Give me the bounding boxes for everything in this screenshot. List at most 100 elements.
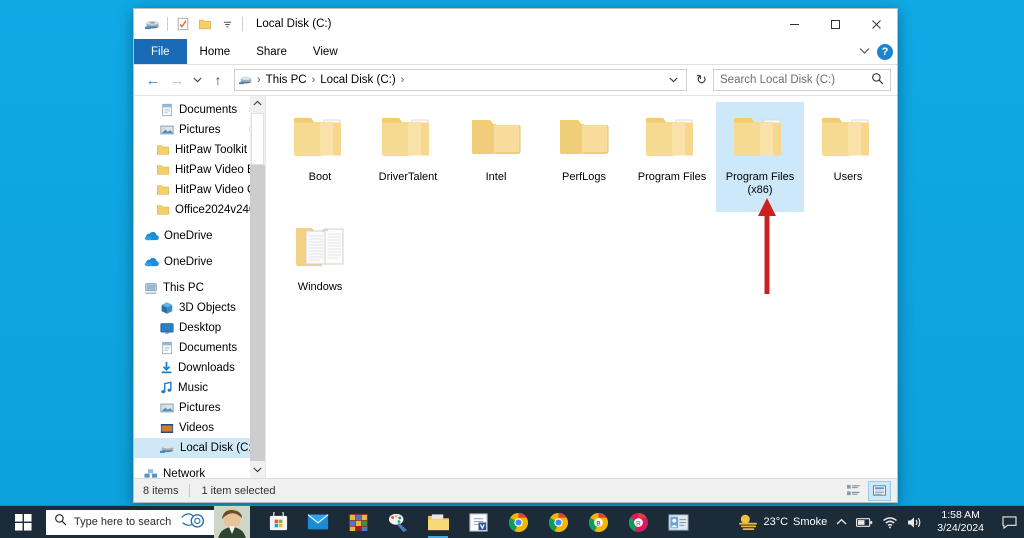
sidebar-item-music[interactable]: Music (134, 378, 265, 398)
sidebar-item-3d-objects[interactable]: 3D Objects (134, 298, 265, 318)
window-titlebar[interactable]: Local Disk (C:) (134, 9, 897, 39)
back-button[interactable]: ← (142, 69, 164, 91)
search-input[interactable]: Search Local Disk (C:) (713, 69, 891, 91)
tab-home[interactable]: Home (187, 39, 244, 64)
file-tile[interactable]: Boot (276, 102, 364, 212)
sidebar-item-onedrive[interactable]: OneDrive (134, 226, 265, 246)
sidebar-item-label: Downloads (178, 362, 235, 374)
system-tray: 23°C Smoke 1:58 AM 3/24/2024 (738, 509, 1024, 535)
taskbar-search-input[interactable]: Type here to search (46, 509, 214, 535)
status-bar: 8 items 1 item selected (134, 478, 897, 502)
navigation-scrollbar[interactable] (250, 96, 265, 478)
sidebar-item-label: Pictures (179, 124, 221, 136)
file-tile[interactable]: PerfLogs (540, 102, 628, 212)
sidebar-item-local-disk-c[interactable]: Local Disk (C:) (134, 438, 265, 458)
volume-icon[interactable] (907, 516, 923, 529)
documents-icon (160, 341, 174, 355)
recent-locations-chevron-icon[interactable] (190, 69, 205, 91)
microsoft-store-icon[interactable] (260, 506, 296, 538)
annotation-arrow-up-icon (758, 198, 776, 294)
file-tile[interactable]: Users (804, 102, 892, 212)
sidebar-item-desktop[interactable]: Desktop (134, 318, 265, 338)
qat-separator-2 (242, 17, 243, 31)
sidebar-item-hitpaw-video-en[interactable]: HitPaw Video En (134, 160, 265, 180)
expand-ribbon-chevron-icon[interactable] (859, 47, 870, 58)
nav-scroll-track[interactable] (250, 165, 265, 461)
new-folder-icon[interactable] (194, 13, 216, 35)
nav-scroll-thumb[interactable] (251, 113, 264, 165)
breadcrumb-item-this-pc[interactable]: This PC (263, 74, 310, 86)
cortana-icon[interactable] (180, 510, 206, 535)
tab-view[interactable]: View (300, 39, 351, 64)
nav-scroll-down-arrow[interactable] (253, 463, 262, 478)
sidebar-item-this-pc[interactable]: This PC (134, 278, 265, 298)
sidebar-item-network[interactable]: Network (134, 464, 265, 478)
large-icons-view-button[interactable] (868, 480, 891, 501)
paint-3d-icon[interactable] (380, 506, 416, 538)
start-button[interactable] (0, 506, 46, 538)
drive-icon (160, 441, 175, 455)
folder-full-icon (379, 106, 437, 168)
file-list-view[interactable]: Boot DriverTalent Intel PerfLogs Program Fil… (265, 96, 897, 478)
file-tile[interactable]: Intel (452, 102, 540, 212)
pictures-icon (160, 123, 174, 137)
file-explorer-icon[interactable] (420, 506, 456, 538)
sidebar-item-pictures[interactable]: Pictures (134, 398, 265, 418)
breadcrumb[interactable]: › This PC › Local Disk (C:) › (234, 69, 687, 91)
address-dropdown-chevron-icon[interactable] (665, 75, 682, 85)
downloads-icon (160, 361, 173, 375)
status-separator (189, 484, 191, 497)
mail-icon[interactable] (300, 506, 336, 538)
sidebar-item-office2024v2406[interactable]: Office2024v2406 (134, 200, 265, 220)
contacts-icon[interactable] (660, 506, 696, 538)
chrome-icon-r[interactable]: R (620, 506, 656, 538)
chrome-icon-b[interactable]: B (580, 506, 616, 538)
help-button[interactable]: ? (877, 44, 893, 60)
folder-full-icon (291, 106, 349, 168)
tab-share[interactable]: Share (243, 39, 300, 64)
action-center-icon[interactable] (998, 515, 1020, 529)
sidebar-item-label: Music (178, 382, 209, 394)
file-tile-label: Program Files (637, 171, 707, 183)
sidebar-item-hitpaw-toolkit-1[interactable]: HitPaw Toolkit 1. (134, 140, 265, 160)
sidebar-item-pictures[interactable]: Pictures (134, 120, 265, 140)
onedrive-icon (144, 230, 159, 242)
clock[interactable]: 1:58 AM 3/24/2024 (932, 509, 989, 535)
battery-icon[interactable] (856, 517, 873, 528)
nav-scroll-up-arrow[interactable] (253, 96, 262, 111)
breadcrumb-item-local-disk[interactable]: Local Disk (C:) (317, 74, 398, 86)
sidebar-item-downloads[interactable]: Downloads (134, 358, 265, 378)
details-view-button[interactable] (842, 481, 865, 501)
file-tile[interactable]: DriverTalent (364, 102, 452, 212)
tab-file[interactable]: File (134, 39, 187, 64)
svg-text:B: B (596, 520, 601, 527)
sidebar-item-hitpaw-video-ob[interactable]: HitPaw Video Ob (134, 180, 265, 200)
sidebar-item-documents[interactable]: Documents (134, 338, 265, 358)
chrome-icon-1[interactable] (500, 506, 536, 538)
winrar-icon[interactable] (340, 506, 376, 538)
close-button[interactable] (856, 9, 897, 39)
refresh-button[interactable]: ↻ (692, 69, 711, 91)
file-tile-label: Program Files (x86) (725, 171, 795, 196)
file-tile[interactable]: Program Files (628, 102, 716, 212)
forward-button[interactable]: → (166, 69, 188, 91)
sidebar-item-onedrive[interactable]: OneDrive (134, 252, 265, 272)
file-tile[interactable]: Windows (276, 212, 364, 322)
wifi-icon[interactable] (882, 516, 898, 529)
minimize-button[interactable] (774, 9, 815, 39)
customize-qat-chevron-icon[interactable] (216, 13, 238, 35)
maximize-button[interactable] (815, 9, 856, 39)
search-icon (871, 72, 884, 88)
weather-widget[interactable]: 23°C Smoke (738, 512, 827, 533)
up-button[interactable]: ↑ (207, 69, 229, 91)
show-hidden-icons-chevron-icon[interactable] (836, 518, 847, 526)
chrome-icon-2[interactable] (540, 506, 576, 538)
sidebar-item-videos[interactable]: Videos (134, 418, 265, 438)
sidebar-item-label: 3D Objects (179, 302, 236, 314)
sidebar-item-label: Videos (179, 422, 214, 434)
drive-icon[interactable] (141, 13, 163, 35)
office-icon[interactable] (460, 506, 496, 538)
sidebar-item-documents[interactable]: Documents (134, 100, 265, 120)
breadcrumb-drive-icon (239, 73, 253, 87)
properties-icon[interactable] (172, 13, 194, 35)
